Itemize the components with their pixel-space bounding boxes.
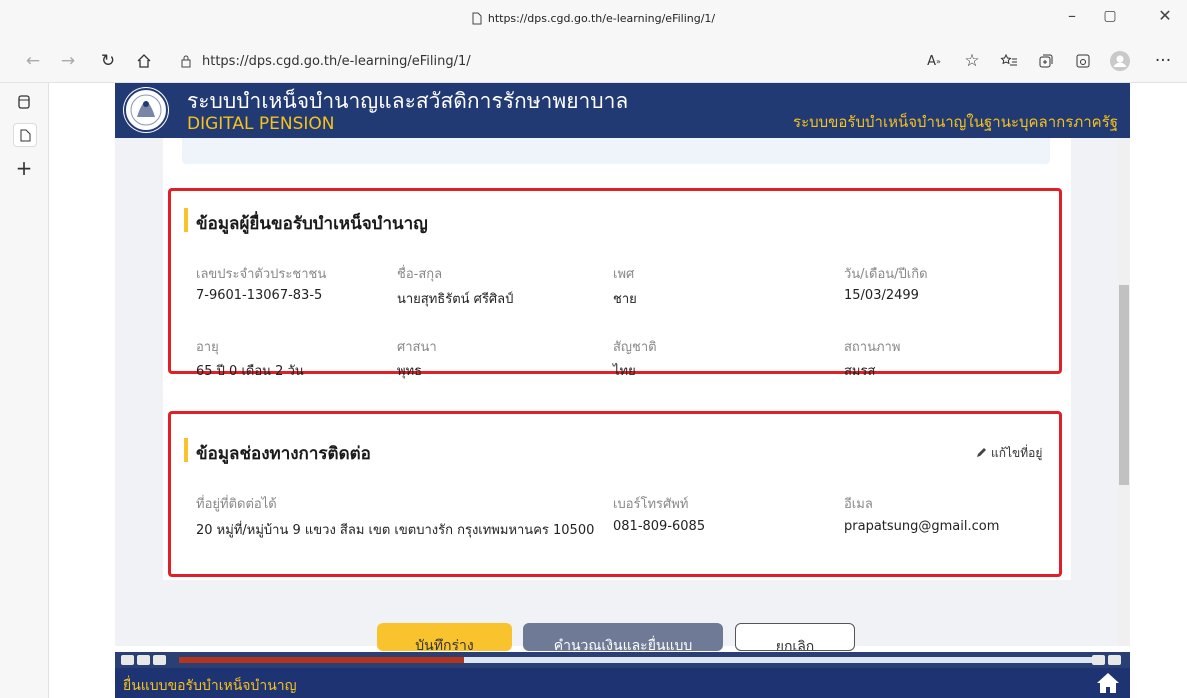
site-header: ระบบบำเหน็จบำนาญและสวัสดิการรักษาพยาบาล … bbox=[115, 83, 1130, 138]
phone-label: เบอร์โทรศัพท์ bbox=[613, 497, 689, 512]
gender-value: ชาย bbox=[613, 292, 637, 307]
nationality-value: ไทย bbox=[613, 364, 636, 379]
tab-actions-icon[interactable] bbox=[13, 91, 35, 113]
volume-icon[interactable] bbox=[1092, 655, 1105, 665]
birthdate-value: 15/03/2499 bbox=[844, 288, 919, 303]
religion-value: พุทธ bbox=[397, 364, 423, 379]
favorites-list-icon[interactable] bbox=[998, 50, 1020, 72]
address-text: https://dps.cgd.go.th/e-learning/eFiling… bbox=[202, 53, 471, 69]
national-id-value: 7-9601-13067-83-5 bbox=[196, 288, 323, 303]
progress-fill bbox=[179, 657, 465, 663]
play-icon[interactable] bbox=[121, 655, 134, 665]
scrollbar-thumb[interactable] bbox=[1119, 285, 1129, 485]
home-icon[interactable] bbox=[133, 50, 155, 72]
contact-section-title: ข้อมูลช่องทางการติดต่อ bbox=[196, 444, 371, 464]
page-icon bbox=[472, 12, 482, 25]
age-label: อายุ bbox=[196, 340, 219, 355]
rewind-icon[interactable] bbox=[137, 655, 150, 665]
fullscreen-icon[interactable] bbox=[1108, 655, 1121, 665]
calculate-submit-button[interactable]: คำนวณเงินและยื่นแบบ bbox=[523, 623, 723, 651]
address-label: ที่อยู่ที่ติดต่อได้ bbox=[196, 497, 277, 512]
progress-track[interactable] bbox=[179, 657, 1099, 663]
profile-avatar-icon[interactable] bbox=[1109, 50, 1131, 72]
home-icon[interactable] bbox=[1096, 672, 1120, 698]
info-banner bbox=[182, 138, 1050, 164]
lock-icon bbox=[181, 55, 191, 68]
screenshot-icon[interactable] bbox=[1072, 50, 1094, 72]
pencil-icon bbox=[977, 448, 986, 457]
read-aloud-icon[interactable]: A» bbox=[923, 50, 945, 72]
nationality-label: สัญชาติ bbox=[613, 340, 657, 355]
email-value: prapatsung@gmail.com bbox=[844, 519, 1000, 534]
address-bar[interactable]: https://dps.cgd.go.th/e-learning/eFiling… bbox=[170, 46, 980, 76]
close-icon[interactable]: ✕ bbox=[1150, 6, 1180, 25]
window-title: https://dps.cgd.go.th/e-learning/eFiling… bbox=[0, 12, 1187, 25]
restore-icon[interactable]: ▢ bbox=[1095, 8, 1125, 24]
new-tab-icon[interactable]: + bbox=[13, 156, 35, 180]
back-icon[interactable]: ← bbox=[22, 50, 44, 72]
current-tab-icon[interactable] bbox=[13, 123, 37, 147]
more-options-icon[interactable]: ··· bbox=[1152, 50, 1174, 72]
gender-label: เพศ bbox=[613, 267, 635, 282]
refresh-icon[interactable]: ↻ bbox=[97, 50, 119, 72]
section-marker bbox=[184, 208, 188, 232]
system-name: ระบบขอรับบำเหน็จบำนาญในฐานะบุคลากรภาครัฐ bbox=[793, 113, 1118, 131]
full-name-value: นายสุทธิรัตน์ ศรีศิลป์ bbox=[397, 292, 514, 307]
full-name-label: ชื่อ-สกุล bbox=[397, 267, 443, 282]
lesson-player-bar bbox=[115, 652, 1130, 668]
forward-icon[interactable] bbox=[153, 655, 166, 665]
edit-address-link[interactable]: แก้ไขที่อยู่ bbox=[975, 444, 1042, 463]
save-draft-button[interactable]: บันทึกร่าง bbox=[377, 623, 512, 651]
minimize-icon[interactable]: – bbox=[1057, 6, 1087, 25]
favorite-star-icon[interactable]: ☆ bbox=[961, 50, 983, 72]
footer-title: ยื่นแบบขอรับบำเหน็จบำนาญ bbox=[123, 678, 297, 694]
section-marker bbox=[184, 438, 188, 462]
browser-title-bar: https://dps.cgd.go.th/e-learning/eFiling… bbox=[0, 0, 1187, 40]
email-label: อีเมล bbox=[844, 497, 873, 512]
marital-status-label: สถานภาพ bbox=[844, 340, 901, 355]
birthdate-label: วัน/เดือน/ปีเกิด bbox=[844, 267, 928, 282]
applicant-section-title: ข้อมูลผู้ยื่นขอรับบำเหน็จบำนาญ bbox=[196, 214, 428, 234]
age-value: 65 ปี 0 เดือน 2 วัน bbox=[196, 364, 304, 379]
site-subtitle: DIGITAL PENSION bbox=[187, 114, 335, 134]
vertical-tab-bar: + bbox=[0, 83, 49, 698]
collections-icon[interactable] bbox=[1035, 50, 1057, 72]
browser-toolbar: ← → ↻ https://dps.cgd.go.th/e-learning/e… bbox=[0, 40, 1187, 83]
marital-status-value: สมรส bbox=[844, 364, 876, 379]
phone-value: 081-809-6085 bbox=[613, 519, 706, 534]
footer-bar: ยื่นแบบขอรับบำเหน็จบำนาญ bbox=[115, 668, 1130, 698]
forward-icon[interactable]: → bbox=[57, 50, 79, 72]
address-value: 20 หมู่ที่/หมู่บ้าน 9 แขวง สีลม เขต เขตบ… bbox=[196, 523, 595, 538]
cancel-button[interactable]: ยกเลิก bbox=[735, 623, 855, 651]
religion-label: ศาสนา bbox=[397, 340, 437, 355]
edit-address-label: แก้ไขที่อยู่ bbox=[991, 446, 1043, 460]
main-content: ข้อมูลผู้ยื่นขอรับบำเหน็จบำนาญ เลขประจำต… bbox=[115, 138, 1118, 646]
title-url-text: https://dps.cgd.go.th/e-learning/eFiling… bbox=[487, 12, 716, 25]
cgd-logo bbox=[123, 87, 169, 133]
national-id-label: เลขประจำตัวประชาชน bbox=[196, 267, 327, 282]
